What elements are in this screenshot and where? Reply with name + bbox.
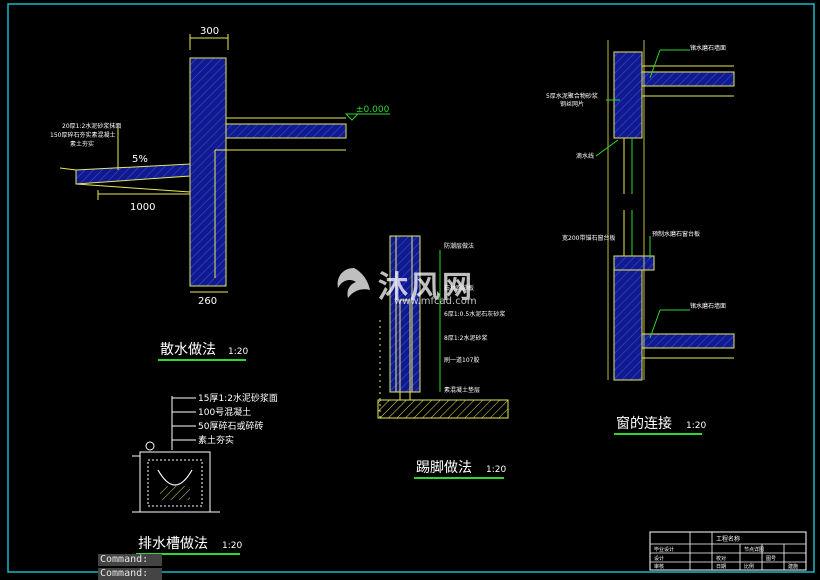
drain-title: 排水槽做法 xyxy=(138,536,208,552)
plinth-note-5: 刷一道107胶 xyxy=(444,356,479,364)
drain-note-4: 素土夯实 xyxy=(198,434,234,446)
plinth-note-4: 8厚1:2水泥砂浆 xyxy=(444,334,487,342)
tb-cell-b: 图号 xyxy=(766,556,776,562)
window-detail[interactable]: 锗水磨石墙面 5厚水泥聚合物砂浆 钢丝网片 滴水线 宽200带锚石窗台板 预制水… xyxy=(546,40,735,435)
apron-note-3: 素土夯实 xyxy=(70,140,94,148)
command-line-2[interactable]: Command: xyxy=(98,568,162,580)
tb-drawing-name: 节点详图 xyxy=(744,546,764,553)
apron-wall xyxy=(189,57,227,287)
apron-note-1: 20厚1:2水泥砂浆抹面 xyxy=(62,122,121,130)
apron-slab xyxy=(225,123,347,139)
plinth-note-6: 素混凝土垫层 xyxy=(444,386,480,394)
plinth-title: 踢脚做法 xyxy=(416,460,472,476)
window-note-sill-right: 预制水磨石窗台板 xyxy=(652,230,700,238)
window-sill xyxy=(613,255,655,271)
tb-row-2: 校对 xyxy=(716,555,726,562)
tb-cell-d: 比例 xyxy=(744,563,754,570)
tb-project: 工程名称 xyxy=(716,535,740,543)
drain-note-1: 15厚1:2水泥砂浆面 xyxy=(198,392,278,404)
apron-title: 散水做法 xyxy=(160,342,216,358)
watermark-logo-icon xyxy=(337,268,370,298)
apron-slope xyxy=(75,163,191,185)
tb-cell-a: 毕业设计 xyxy=(654,546,674,553)
window-note-left-1: 5厚水泥聚合物砂浆 xyxy=(546,92,598,100)
command-line-1[interactable]: Command: xyxy=(98,554,162,566)
dim-300: 300 xyxy=(200,26,219,37)
dim-260: 260 xyxy=(198,296,217,307)
window-slab-lower xyxy=(641,333,735,349)
apron-note-2: 150厚碎石夯实素混凝土 xyxy=(50,131,115,139)
window-wall-upper xyxy=(613,51,643,139)
watermark: 沐风网 www.mfcad.com xyxy=(332,262,492,312)
window-title: 窗的连接 xyxy=(616,415,672,432)
window-slab-upper xyxy=(641,71,735,87)
window-note-sill-left: 宽200带锚石窗台板 xyxy=(562,234,615,242)
dim-1000: 1000 xyxy=(130,202,155,213)
window-note-left-2: 钢丝网片 xyxy=(560,100,584,108)
tb-row-3: 审核 xyxy=(654,563,664,570)
elevation-mark: ±0.000 xyxy=(356,105,390,115)
window-wall-lower xyxy=(613,269,643,381)
tb-row-1: 设计 xyxy=(654,555,664,562)
watermark-url: www.mfcad.com xyxy=(394,296,477,307)
tb-cell-c: 日期 xyxy=(716,564,726,570)
plinth-scale: 1:20 xyxy=(486,465,506,475)
tb-cell-e: 建施 xyxy=(788,563,798,570)
drain-scale: 1:20 xyxy=(222,541,242,551)
drain-note-3: 50厚碎石或碎砖 xyxy=(198,420,263,432)
plinth-note-1: 防潮层做法 xyxy=(444,242,474,250)
drain-note-2: 100号混凝土 xyxy=(198,406,251,418)
window-note-bottom-right: 锗水磨石墙面 xyxy=(690,302,726,310)
window-note-drip: 滴水线 xyxy=(576,152,594,160)
drain-body xyxy=(139,451,211,513)
plinth-wall xyxy=(389,235,421,393)
title-block[interactable]: 工程名称 毕业设计 节点详图 设计 校对 图号 审核 日期 比例 建施 xyxy=(649,531,807,571)
plinth-floor xyxy=(377,399,509,419)
apron-scale: 1:20 xyxy=(228,347,248,357)
slope-label: 5% xyxy=(132,154,148,165)
window-note-top-right: 锗水磨石墙面 xyxy=(690,44,726,52)
drain-detail[interactable]: 15厚1:2水泥砂浆面 100号混凝土 50厚碎石或碎砖 素土夯实 排水槽做法 … xyxy=(132,392,278,555)
window-scale: 1:20 xyxy=(686,421,706,431)
